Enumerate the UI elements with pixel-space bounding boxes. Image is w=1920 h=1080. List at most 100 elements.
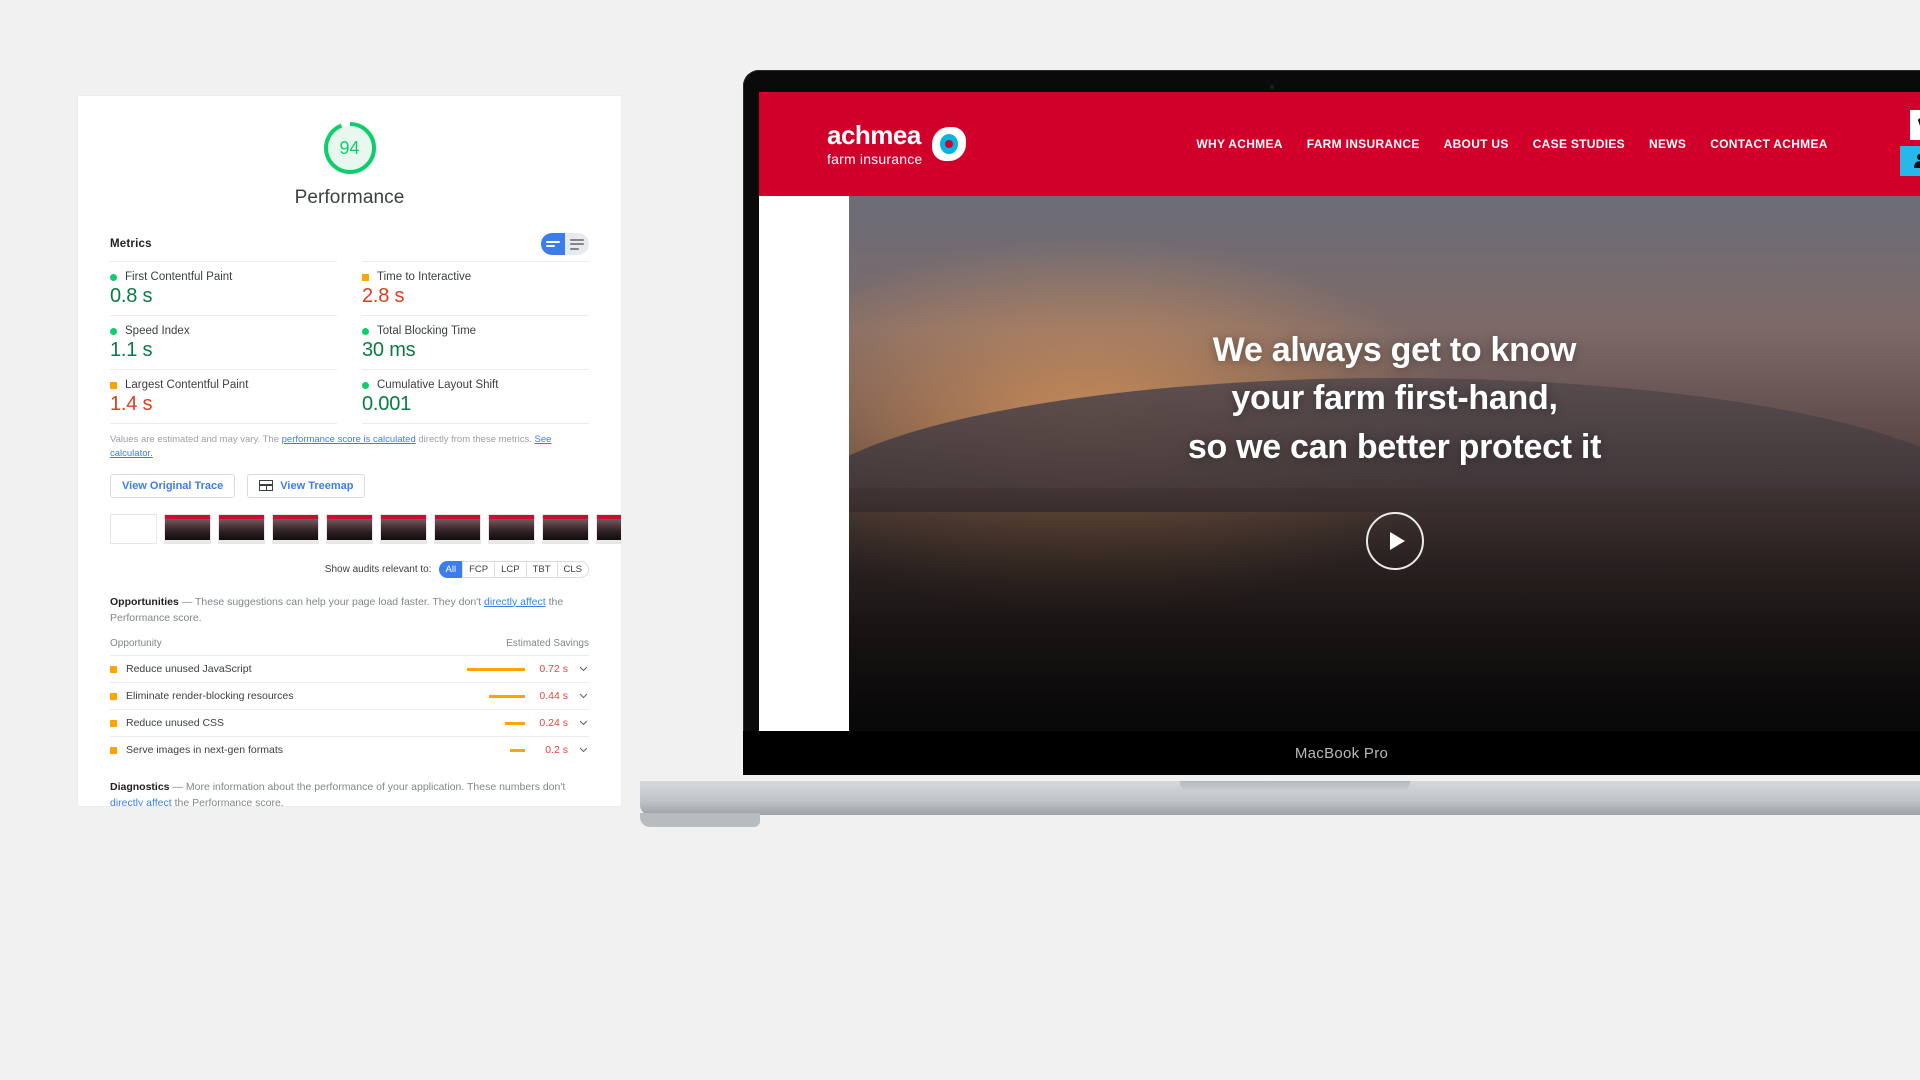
metric-value: 1.4 s bbox=[110, 393, 153, 415]
performance-gauge: 94 Performance bbox=[110, 96, 589, 209]
toggle-list-view[interactable] bbox=[565, 233, 589, 255]
filmstrip-frame[interactable] bbox=[110, 513, 157, 544]
filmstrip-frame[interactable] bbox=[542, 513, 589, 544]
status-dot-pass bbox=[362, 381, 369, 389]
metric-item[interactable]: Cumulative Layout Shift 0.001 bbox=[362, 369, 589, 423]
opportunities-table-header: Opportunity Estimated Savings bbox=[110, 626, 589, 655]
savings-bar bbox=[415, 694, 525, 698]
opportunity-name: Reduce unused CSS bbox=[126, 717, 225, 730]
metric-item[interactable]: Time to Interactive 2.8 s bbox=[362, 261, 589, 315]
filter-chip-fcp[interactable]: FCP bbox=[462, 560, 495, 578]
table-row[interactable]: Serve images in next-gen formats 0.2 s bbox=[110, 736, 589, 763]
table-row[interactable]: Reduce unused JavaScript 0.72 s bbox=[110, 655, 589, 682]
toggle-filmstrip-view[interactable] bbox=[541, 233, 565, 255]
status-dot-pass bbox=[362, 327, 369, 335]
audit-filter-chips: All FCP LCP TBT CLS bbox=[438, 560, 589, 578]
chevron-down-icon[interactable] bbox=[577, 693, 589, 699]
diagnostics-directly-affect-link[interactable]: directly affect bbox=[110, 797, 172, 806]
metric-value: 2.8 s bbox=[362, 285, 405, 307]
filmstrip-frame[interactable] bbox=[218, 513, 265, 544]
metrics-title: Metrics bbox=[110, 238, 152, 250]
diagnostics-intro-1: More information about the performance o… bbox=[182, 781, 566, 794]
macbook-base bbox=[640, 781, 1920, 827]
opportunity-savings: 0.44 s bbox=[539, 690, 568, 703]
nav-item-contact-achmea[interactable]: CONTACT ACHMEA bbox=[1710, 137, 1828, 151]
filter-chip-lcp[interactable]: LCP bbox=[494, 560, 526, 578]
hero-line-2: your farm first-hand, bbox=[1231, 379, 1558, 418]
nav-item-farm-insurance[interactable]: FARM INSURANCE bbox=[1307, 137, 1420, 151]
metric-value: 1.1 s bbox=[110, 339, 153, 361]
filmstrip-frame[interactable] bbox=[380, 513, 427, 544]
metric-item[interactable]: First Contentful Paint 0.8 s bbox=[110, 261, 337, 315]
savings-bar bbox=[415, 667, 525, 671]
diagnostics-dash: — bbox=[172, 781, 183, 794]
my-account-button[interactable] bbox=[1900, 146, 1920, 176]
metric-name: Total Blocking Time bbox=[377, 325, 477, 337]
view-original-trace-label: View Original Trace bbox=[122, 479, 224, 492]
performance-score-link[interactable]: performance score is calculated bbox=[282, 434, 416, 445]
call-us-button[interactable] bbox=[1910, 110, 1920, 140]
metrics-divider bbox=[110, 423, 337, 424]
score-gauge-ring: 94 bbox=[322, 120, 378, 176]
status-dot-pass bbox=[110, 327, 117, 335]
filter-chip-tbt[interactable]: TBT bbox=[525, 560, 557, 578]
filmstrip-frame[interactable] bbox=[164, 513, 211, 544]
header-action-buttons bbox=[1900, 110, 1920, 176]
metric-item[interactable]: Total Blocking Time 30 ms bbox=[362, 315, 589, 369]
opportunity-savings: 0.72 s bbox=[539, 663, 568, 676]
nav-item-case-studies[interactable]: CASE STUDIES bbox=[1533, 137, 1625, 151]
chevron-down-icon[interactable] bbox=[577, 666, 589, 672]
opportunity-name: Eliminate render-blocking resources bbox=[126, 690, 294, 703]
metric-item[interactable]: Speed Index 1.1 s bbox=[110, 315, 337, 369]
metric-name: Largest Contentful Paint bbox=[125, 379, 249, 391]
play-icon bbox=[1389, 532, 1405, 550]
diagnostics-heading: Diagnostics bbox=[110, 781, 170, 794]
play-button[interactable] bbox=[1365, 512, 1424, 570]
chevron-down-icon[interactable] bbox=[577, 747, 589, 753]
filmstrip-frame[interactable] bbox=[434, 513, 481, 544]
filmstrip-frame[interactable] bbox=[326, 513, 373, 544]
macbook-mockup: achmea farm insurance WHY ACHMEA FARM IN… bbox=[640, 70, 1920, 827]
lighthouse-report-card: 94 Performance Metrics First Contentful … bbox=[78, 96, 621, 806]
metric-name: Cumulative Layout Shift bbox=[377, 379, 499, 391]
hero-line-1: We always get to know bbox=[1212, 331, 1577, 369]
metric-value: 0.8 s bbox=[110, 285, 153, 307]
macbook-screen-bezel: achmea farm insurance WHY ACHMEA FARM IN… bbox=[743, 70, 1920, 775]
chevron-down-icon[interactable] bbox=[577, 720, 589, 726]
opportunities-directly-affect-link[interactable]: directly affect bbox=[484, 596, 546, 608]
nav-item-news[interactable]: NEWS bbox=[1649, 137, 1686, 151]
metrics-view-toggle[interactable] bbox=[541, 233, 589, 255]
filmstrip-frame[interactable] bbox=[596, 513, 621, 544]
metric-name: Speed Index bbox=[125, 325, 190, 337]
report-actions: View Original Trace View Treemap bbox=[110, 473, 589, 498]
macbook-model-label: MacBook Pro bbox=[1294, 744, 1389, 762]
opportunity-column-header: Opportunity bbox=[110, 638, 162, 650]
treemap-icon bbox=[259, 480, 274, 492]
metric-item[interactable]: Largest Contentful Paint 1.4 s bbox=[110, 369, 337, 423]
nav-item-why-achmea[interactable]: WHY ACHMEA bbox=[1196, 137, 1282, 151]
site-header: achmea farm insurance WHY ACHMEA FARM IN… bbox=[759, 92, 1920, 196]
metric-value: 0.001 bbox=[362, 393, 412, 415]
view-original-trace-button[interactable]: View Original Trace bbox=[110, 473, 236, 498]
filmstrip-frame[interactable] bbox=[488, 513, 535, 544]
list-view-icon bbox=[570, 238, 584, 250]
metric-value: 30 ms bbox=[362, 339, 416, 361]
achmea-logo-mark-icon bbox=[932, 127, 967, 161]
metric-name: First Contentful Paint bbox=[125, 271, 233, 283]
filter-chip-all[interactable]: All bbox=[438, 560, 463, 578]
status-square-average bbox=[110, 381, 117, 389]
filmstrip-frame[interactable] bbox=[272, 513, 319, 544]
site-logo[interactable]: achmea farm insurance bbox=[827, 122, 967, 167]
opportunity-name: Serve images in next-gen formats bbox=[126, 744, 283, 757]
brand-tagline: farm insurance bbox=[827, 151, 923, 167]
filter-chip-cls[interactable]: CLS bbox=[556, 560, 589, 578]
score-value: 94 bbox=[339, 137, 360, 158]
nav-item-about-us[interactable]: ABOUT US bbox=[1444, 137, 1509, 151]
status-dot-pass bbox=[110, 273, 117, 281]
metrics-grid: First Contentful Paint 0.8 s Time to Int… bbox=[110, 261, 589, 424]
status-square-average bbox=[110, 665, 117, 673]
view-treemap-button[interactable]: View Treemap bbox=[247, 473, 366, 498]
audit-filter-label: Show audits relevant to: bbox=[324, 563, 432, 575]
table-row[interactable]: Eliminate render-blocking resources 0.44… bbox=[110, 682, 589, 709]
table-row[interactable]: Reduce unused CSS 0.24 s bbox=[110, 709, 589, 736]
